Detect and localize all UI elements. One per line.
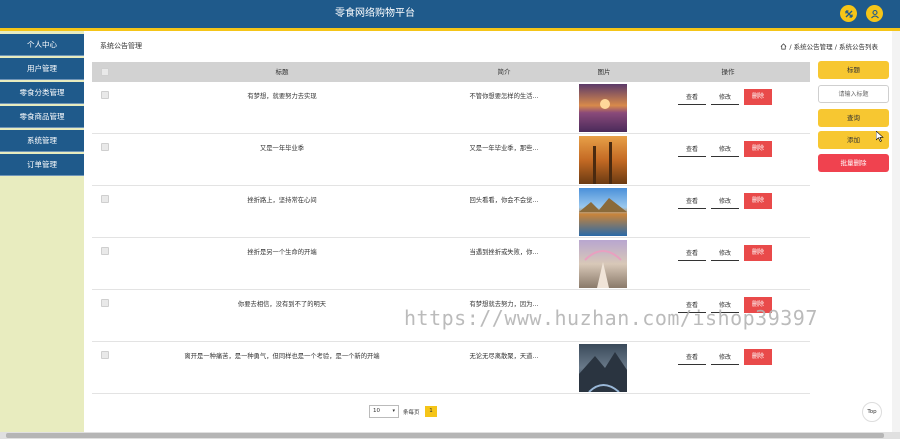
row-summary: 不管你想要怎样的生活... — [469, 93, 539, 100]
row-image — [579, 84, 627, 132]
sidebar-item-system[interactable]: 系统管理 — [0, 130, 84, 152]
vertical-scrollbar[interactable] — [892, 31, 900, 432]
row-image — [579, 344, 627, 392]
table-row: 挫折是另一个生命的开端 当遇到挫折或失败，你... 查看 修改 删除 — [92, 238, 810, 290]
home-icon[interactable] — [780, 42, 787, 50]
edit-button[interactable]: 修改 — [711, 247, 739, 261]
edit-button[interactable]: 修改 — [711, 143, 739, 157]
row-checkbox[interactable] — [101, 351, 109, 359]
row-checkbox[interactable] — [101, 143, 109, 151]
watermark: https://www.huzhan.com/ishop39397 — [404, 306, 818, 330]
row-image — [579, 188, 627, 236]
row-title: 你要去相信，没有到不了的明天 — [237, 301, 327, 308]
row-image — [579, 240, 627, 288]
table-row: 又是一年毕业季 又是一年毕业季，那些... 查看 修改 删除 — [92, 134, 810, 186]
delete-button[interactable]: 删除 — [744, 89, 772, 105]
horizontal-scrollbar-thumb[interactable] — [6, 433, 884, 438]
sidebar-item-snack-products[interactable]: 零食商品管理 — [0, 106, 84, 128]
page-size-value: 10 — [373, 408, 380, 414]
row-checkbox[interactable] — [101, 247, 109, 255]
current-page-button[interactable]: 1 — [425, 406, 437, 417]
header-actions: 操作 — [721, 68, 735, 76]
back-to-top-button[interactable]: Top — [862, 402, 882, 422]
row-title: 挫折是另一个生命的开端 — [247, 249, 317, 256]
edit-button[interactable]: 修改 — [711, 195, 739, 209]
view-button[interactable]: 查看 — [678, 247, 706, 261]
row-checkbox[interactable] — [101, 91, 109, 99]
query-button[interactable]: 查询 — [818, 109, 889, 127]
user-button[interactable] — [866, 5, 883, 22]
edit-button[interactable]: 修改 — [711, 91, 739, 105]
table-row: 离开是一种痛苦，是一种勇气，但同样也是一个考验，是一个新的开端 无论无尽离散聚，… — [92, 342, 810, 394]
row-title: 离开是一种痛苦，是一种勇气，但同样也是一个考验，是一个新的开端 — [184, 353, 380, 360]
view-button[interactable]: 查看 — [678, 195, 706, 209]
batch-delete-button[interactable]: 批量删除 — [818, 154, 889, 172]
table-row: 挫折路上，坚持常在心间 回头看看，你会不会觉... 查看 修改 删除 — [92, 186, 810, 238]
edit-button[interactable]: 修改 — [711, 351, 739, 365]
delete-button[interactable]: 删除 — [744, 245, 772, 261]
page-size-select[interactable]: 10 ▾ — [369, 405, 399, 418]
delete-button[interactable]: 删除 — [744, 141, 772, 157]
delete-button[interactable]: 删除 — [744, 349, 772, 365]
sidebar: 个人中心 用户管理 零食分类管理 零食商品管理 系统管理 订单管理 — [0, 31, 84, 439]
breadcrumb: / 系统公告管理 / 系统公告列表 — [780, 41, 878, 51]
table-row: 有梦想，就要努力去实现 不管你想要怎样的生活... 查看 修改 删除 — [92, 82, 810, 134]
chevron-down-icon: ▾ — [392, 408, 395, 414]
delete-button[interactable]: 删除 — [744, 193, 772, 209]
view-button[interactable]: 查看 — [678, 91, 706, 105]
row-checkbox[interactable] — [101, 195, 109, 203]
header-image: 图片 — [597, 68, 611, 76]
sidebar-item-personal-center[interactable]: 个人中心 — [0, 34, 84, 56]
select-all-checkbox[interactable] — [101, 68, 109, 76]
row-summary: 无论无尽离散聚，天道... — [469, 353, 539, 360]
view-button[interactable]: 查看 — [678, 351, 706, 365]
sidebar-item-users[interactable]: 用户管理 — [0, 58, 84, 80]
expand-icon — [844, 9, 853, 18]
page-title: 系统公告管理 — [100, 42, 142, 50]
header-summary: 简介 — [497, 68, 511, 76]
view-button[interactable]: 查看 — [678, 143, 706, 157]
table-header: 标题 简介 图片 操作 — [92, 62, 810, 82]
search-input[interactable]: 请输入标题 — [818, 85, 889, 103]
app-header: 零食网络购物平台 — [0, 0, 900, 28]
header-title: 标题 — [275, 68, 289, 76]
sidebar-item-orders[interactable]: 订单管理 — [0, 154, 84, 176]
sidebar-item-snack-categories[interactable]: 零食分类管理 — [0, 82, 84, 104]
row-title: 有梦想，就要努力去实现 — [247, 93, 317, 100]
row-summary: 回头看看，你会不会觉... — [469, 197, 539, 204]
row-summary: 当遇到挫折或失败，你... — [469, 249, 539, 256]
row-title: 又是一年毕业季 — [259, 145, 305, 152]
app-title: 零食网络购物平台 — [335, 8, 415, 19]
row-image — [579, 136, 627, 184]
user-icon — [870, 9, 879, 18]
title-filter-button[interactable]: 标题 — [818, 61, 889, 79]
mouse-cursor-icon — [876, 131, 884, 142]
per-page-label: 条每页 — [403, 410, 420, 416]
row-summary: 又是一年毕业季，那些... — [469, 145, 539, 152]
row-title: 挫折路上，坚持常在心间 — [247, 197, 317, 204]
expand-button[interactable] — [840, 5, 857, 22]
breadcrumb-path: / 系统公告管理 / 系统公告列表 — [789, 43, 878, 51]
row-checkbox[interactable] — [101, 299, 109, 307]
